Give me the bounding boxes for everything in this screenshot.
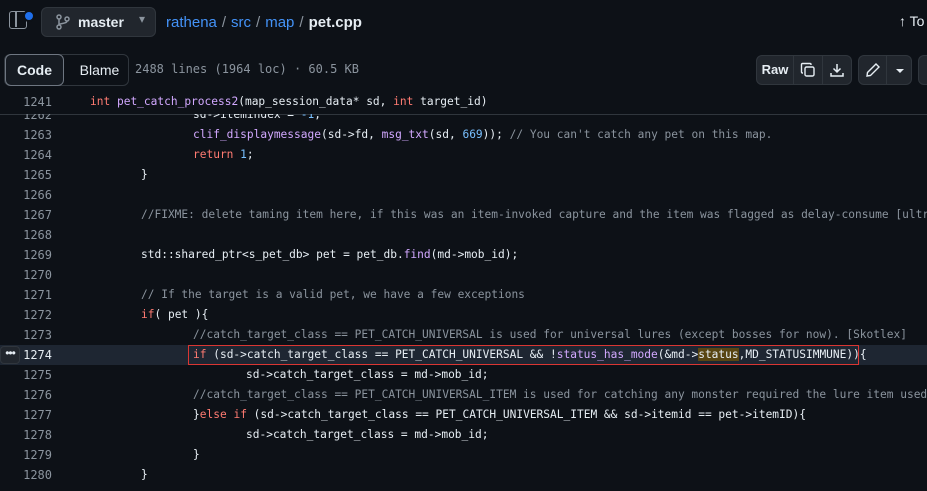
branch-name: master [78, 14, 124, 30]
line-number[interactable]: 1267 [0, 205, 52, 225]
line-number[interactable]: 1279 [0, 445, 52, 465]
line-number[interactable]: 1273 [0, 325, 52, 345]
line-number[interactable]: 1263 [0, 125, 52, 145]
sticky-function-header: 1241 int pet_catch_process2(map_session_… [0, 92, 927, 115]
code-text: clif_displaymessage(sd->fd, msg_txt(sd, … [193, 128, 773, 141]
line-number[interactable]: 1276 [0, 385, 52, 405]
line-number[interactable]: 1271 [0, 285, 52, 305]
code-line: 1279} [0, 445, 927, 465]
code-text: //FIXME: delete taming item here, if thi… [141, 208, 927, 221]
line-number[interactable]: 1262 [0, 114, 52, 125]
tab-code[interactable]: Code [5, 54, 64, 86]
line-number[interactable]: 1277 [0, 405, 52, 425]
code-text: //catch_target_class == PET_CATCH_UNIVER… [193, 328, 907, 341]
code-text: std::shared_ptr<s_pet_db> pet = pet_db.f… [141, 248, 519, 261]
breadcrumb: rathena / src / map / pet.cpp [166, 14, 362, 31]
code-line: 1280} [0, 465, 927, 485]
notification-dot [23, 10, 35, 22]
download-button[interactable] [823, 55, 852, 85]
breadcrumb-repo-link[interactable]: rathena [166, 14, 217, 31]
code-text: return 1; [193, 148, 254, 161]
code-text: // If the target is a valid pet, we have… [141, 288, 525, 301]
code-text: } [193, 448, 200, 461]
pencil-icon [866, 63, 880, 77]
symbols-panel-button[interactable] [918, 55, 927, 85]
code-line: 1262 sd->itemindex = -1; [0, 114, 927, 125]
breadcrumb-src-link[interactable]: src [231, 14, 251, 31]
top-link-label: To [909, 13, 925, 29]
code-text: sd->itemindex = -1; [193, 114, 322, 121]
chevron-down-icon: ▾ [138, 12, 145, 26]
line-number[interactable]: 1265 [0, 165, 52, 185]
code-line: 1263 clif_displaymessage(sd->fd, msg_txt(… [0, 125, 927, 145]
code-line: 1277 }else if (sd->catch_target_class == … [0, 405, 927, 425]
sticky-code: int pet_catch_process2(map_session_data*… [90, 95, 488, 108]
code-text: }else if (sd->catch_target_class == PET_… [193, 408, 806, 421]
top-link[interactable]: ↑ To [899, 13, 924, 29]
repo-header: master ▾ rathena / src / map / pet.cpp ↑ To [0, 0, 927, 47]
code-text: sd->catch_target_class = md->mob_id; [246, 428, 489, 441]
code-text: } [141, 168, 148, 181]
line-number[interactable]: 1275 [0, 365, 52, 385]
code-line: 1264 return 1; [0, 145, 927, 165]
code-line: 1271 // If the target is a valid pet, we … [0, 285, 927, 305]
code-line: 1269 std::shared_ptr<s_pet_db> pet = pet_… [0, 245, 927, 265]
breadcrumb-map-link[interactable]: map [265, 14, 294, 31]
raw-button[interactable]: Raw [756, 55, 794, 85]
code-line: 1272 if( pet ){ [0, 305, 927, 325]
tab-blame[interactable]: Blame [71, 55, 128, 85]
code-text: } [141, 468, 148, 481]
more-edit-options-button[interactable] [887, 55, 912, 85]
copy-icon [800, 62, 815, 77]
arrow-up-icon: ↑ [899, 13, 906, 29]
line-number[interactable]: 1272 [0, 305, 52, 325]
code-view: 1262 sd->itemindex = -1; 1263 clif_displaym… [0, 114, 927, 491]
file-toolbar: Code Blame 2488 lines (1964 loc) · 60.5 … [0, 50, 927, 90]
caret-down-icon [896, 69, 904, 73]
line-number[interactable]: 1266 [0, 185, 52, 205]
line-number[interactable]: 1278 [0, 425, 52, 445]
code-line: 1265} [0, 165, 927, 185]
line-number[interactable]: 1264 [0, 145, 52, 165]
edit-button[interactable] [858, 55, 887, 85]
selected-line-outline [188, 345, 859, 365]
git-branch-icon [56, 14, 70, 30]
line-options-ellipsis-icon[interactable]: ••• [0, 346, 20, 364]
copy-button[interactable] [794, 55, 823, 85]
code-line: 1275 sd->catch_target_class = md->mob_id; [0, 365, 927, 385]
file-meta: 2488 lines (1964 loc) · 60.5 KB [135, 62, 359, 76]
code-line: 1276 //catch_target_class == PET_CATCH_UN… [0, 385, 927, 405]
code-line: 1270 [0, 265, 927, 285]
line-number[interactable]: 1269 [0, 245, 52, 265]
sticky-line-number[interactable]: 1241 [0, 92, 52, 112]
branch-selector-button[interactable]: master ▾ [41, 7, 156, 37]
breadcrumb-file-name: pet.cpp [308, 14, 362, 31]
code-text: sd->catch_target_class = md->mob_id; [246, 368, 489, 381]
code-line: 1278 sd->catch_target_class = md->mob_id; [0, 425, 927, 445]
line-number[interactable]: 1270 [0, 265, 52, 285]
code-text: //catch_target_class == PET_CATCH_UNIVER… [193, 388, 927, 401]
code-line: 1266 [0, 185, 927, 205]
view-tabs: Code Blame [4, 54, 129, 86]
code-text: if( pet ){ [141, 308, 209, 321]
line-number[interactable]: 1280 [0, 465, 52, 485]
code-line: 1267 //FIXME: delete taming item here, if… [0, 205, 927, 225]
download-icon [830, 64, 844, 77]
code-line: 1273 //catch_target_class == PET_CATCH_UN… [0, 325, 927, 345]
code-line: 1268 [0, 225, 927, 245]
line-number[interactable]: 1268 [0, 225, 52, 245]
